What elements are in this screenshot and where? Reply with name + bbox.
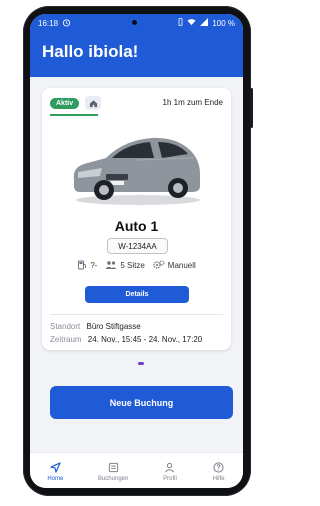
- active-tab-indicator: [50, 114, 98, 116]
- car-image: [73, 137, 200, 205]
- transmission-value: Manuell: [167, 260, 196, 270]
- list-icon: [106, 460, 120, 474]
- navigation-arrow-icon: [48, 460, 62, 474]
- app-header: Hallo ibiola!: [30, 32, 243, 77]
- nav-item-home[interactable]: Home: [47, 460, 63, 482]
- alarm-icon: [62, 18, 71, 29]
- new-booking-button[interactable]: Neue Buchung: [50, 386, 233, 419]
- help-icon: [212, 460, 226, 474]
- wifi-icon: [187, 18, 196, 28]
- fuel-spec: ?-: [77, 260, 97, 270]
- nav-item-label: Profil: [163, 476, 177, 482]
- period-value: 24. Nov., 15:45 - 24. Nov., 17:20: [87, 335, 203, 344]
- people-icon: [105, 261, 117, 269]
- nav-item-label: Buchungen: [97, 476, 129, 482]
- location-value: Büro Stiftgasse: [86, 322, 141, 331]
- car-name: Auto 1: [114, 218, 159, 234]
- vibrate-icon: [178, 18, 183, 28]
- period-row: Zeitraum 24. Nov., 15:45 - 24. Nov., 17:…: [50, 335, 202, 344]
- phone-side-button: [250, 88, 253, 128]
- location-label: Standort: [50, 322, 81, 331]
- period-label: Zeitraum: [50, 335, 82, 344]
- nav-item-label: Home: [47, 476, 64, 482]
- card-tabs: Aktiv: [50, 96, 102, 110]
- transmission-spec: Manuell: [153, 260, 196, 270]
- fuel-value: ?-: [90, 260, 98, 270]
- nav-item-bookings[interactable]: Buchungen: [98, 460, 128, 482]
- booking-card: Aktiv 1h 1m zum Ende Auto 1 W-1234AA ?- …: [42, 88, 231, 350]
- app-screen: 16:18 100 % Hallo ibiola! Aktiv 1h 1m zu…: [30, 14, 243, 488]
- license-plate: W-1234AA: [107, 238, 168, 254]
- fuel-pump-icon: [78, 260, 87, 270]
- nav-item-profile[interactable]: Profil: [163, 460, 177, 482]
- remaining-time: 1h 1m zum Ende: [162, 98, 223, 107]
- gear-icon: [153, 260, 165, 269]
- home-icon: [89, 99, 97, 107]
- nav-item-label: Hilfe: [212, 476, 225, 482]
- details-button[interactable]: Details: [85, 286, 189, 303]
- status-time: 16:18: [38, 18, 59, 28]
- page-title: Hallo ibiola!: [42, 42, 139, 61]
- page-indicator[interactable]: [138, 362, 144, 365]
- bottom-navigation: Home Buchungen Profil Hilfe: [30, 452, 243, 488]
- status-badge[interactable]: Aktiv: [50, 97, 80, 109]
- front-camera: [132, 20, 137, 25]
- home-tab[interactable]: [85, 96, 102, 110]
- person-icon: [163, 460, 177, 474]
- car-specs: ?- 5 Sitze Manuell: [42, 260, 231, 270]
- signal-icon: [200, 18, 209, 28]
- seats-value: 5 Sitze: [120, 260, 145, 270]
- seats-spec: 5 Sitze: [105, 260, 145, 270]
- location-row: Standort Büro Stiftgasse: [50, 322, 141, 331]
- nav-item-help[interactable]: Hilfe: [212, 460, 226, 482]
- battery-percent: 100 %: [212, 18, 235, 28]
- divider: [50, 314, 223, 315]
